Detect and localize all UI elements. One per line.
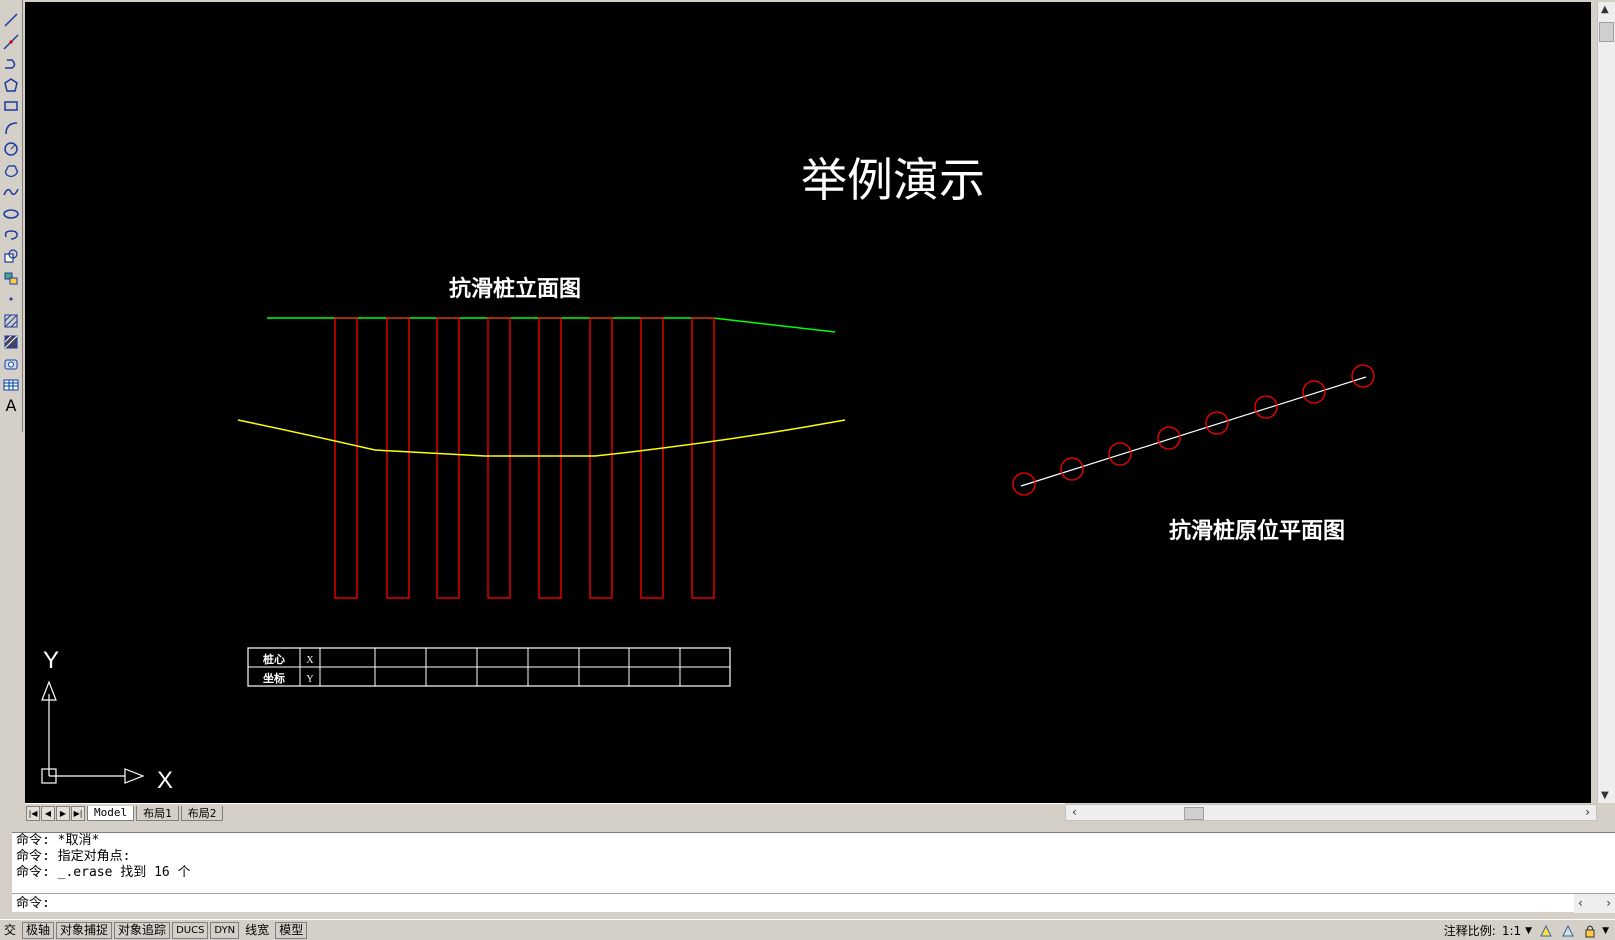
annotation-scale-area: 注释比例: 1:1 ▼ ▼ — [1444, 922, 1609, 939]
pile-circle — [1060, 457, 1084, 481]
pile-circle — [1302, 380, 1326, 404]
line-icon[interactable] — [1, 10, 21, 30]
pile-coordinate-table: 桩心 X 坐标 Y — [247, 647, 731, 687]
multiline-text-icon[interactable]: A — [1, 396, 21, 416]
command-scrollbar[interactable]: ‹ › — [1574, 893, 1615, 913]
scroll-right-icon[interactable]: › — [1585, 805, 1590, 820]
lock-icon[interactable] — [1582, 923, 1598, 938]
ground-line — [267, 317, 836, 333]
construction-line-icon[interactable] — [1, 32, 21, 52]
pile-circle — [1205, 411, 1229, 435]
pile-circle — [1351, 364, 1375, 388]
gradient-icon[interactable] — [1, 332, 21, 352]
status-bar: 交 极轴 对象捕捉 对象追踪 DUCS DYN 线宽 模型 注释比例: 1:1 … — [0, 919, 1615, 940]
scroll-up-icon[interactable]: ▲ — [1601, 4, 1609, 15]
scroll-down-icon[interactable]: ▼ — [1601, 790, 1609, 801]
ellipse-icon[interactable] — [1, 204, 21, 224]
ellipse-arc-icon[interactable] — [1, 225, 21, 245]
command-input[interactable]: 命令: — [12, 893, 1574, 912]
vertical-scrollbar[interactable]: ▲ ▼ — [1597, 2, 1615, 803]
ucs-x-label: X — [157, 767, 173, 794]
annotation-scale-value[interactable]: 1:1 — [1502, 924, 1521, 938]
pile-circle — [1254, 395, 1278, 419]
command-history-line: 命令: *取消* — [16, 833, 100, 848]
draw-toolbar: A — [0, 0, 23, 432]
last-tab-icon[interactable]: ▶| — [71, 805, 85, 821]
horizontal-scrollbar[interactable]: ‹ › — [1065, 804, 1597, 821]
insert-block-icon[interactable] — [1, 246, 21, 266]
drawing-title: 举例演示 — [801, 155, 985, 206]
ducs-toggle[interactable]: DUCS — [172, 921, 209, 939]
annotation-visibility-icon[interactable] — [1538, 923, 1554, 938]
tab-layout2[interactable]: 布局2 — [180, 805, 224, 821]
pile — [538, 317, 562, 599]
scroll-right-icon[interactable]: › — [1606, 894, 1611, 912]
command-history-line: 命令: _.erase 找到 16 个 — [16, 865, 191, 880]
next-tab-icon[interactable]: ▶ — [56, 805, 70, 821]
table-axis-label: X — [306, 655, 314, 666]
pile-group — [334, 317, 715, 599]
status-left-stub[interactable]: 交 — [0, 921, 21, 939]
dyn-toggle[interactable]: DYN — [210, 921, 240, 939]
plan-view-label: 抗滑桩原位平面图 — [1169, 518, 1345, 543]
scroll-thumb[interactable] — [1599, 22, 1614, 42]
plan-pile-layout — [1012, 364, 1375, 496]
region-icon[interactable] — [1, 354, 21, 374]
auto-scale-icon[interactable] — [1560, 923, 1576, 938]
scroll-left-icon[interactable]: ‹ — [1072, 805, 1077, 820]
model-toggle[interactable]: 模型 — [275, 921, 308, 939]
pile-circle — [1012, 472, 1036, 496]
pile — [487, 317, 511, 599]
elevation-view-label: 抗滑桩立面图 — [449, 276, 581, 301]
pile — [436, 317, 460, 599]
annotation-scale-label: 注释比例: — [1443, 924, 1496, 938]
make-block-icon[interactable] — [1, 268, 21, 288]
drawing-svg: 举例演示 抗滑桩立面图 抗滑桩原位平面图 桩心 X 坐标 Y Y X — [41, 155, 1375, 794]
otrack-toggle[interactable]: 对象追踪 — [114, 921, 171, 939]
ucs-y-label: Y — [43, 647, 59, 674]
point-icon[interactable] — [1, 289, 21, 309]
first-tab-icon[interactable]: |◀ — [26, 805, 40, 821]
hatch-icon[interactable] — [1, 311, 21, 331]
layout-tab-bar: |◀ ◀ ▶ ▶| Model 布局1 布局2 — [25, 803, 1065, 822]
tab-model[interactable]: Model — [87, 805, 135, 821]
lineweight-toggle[interactable]: 线宽 — [241, 921, 274, 939]
polyline-icon[interactable] — [1, 53, 21, 73]
ucs-icon: Y X — [41, 647, 173, 794]
table-row-label: 坐标 — [263, 671, 285, 685]
revision-cloud-icon[interactable] — [1, 161, 21, 181]
spline-icon[interactable] — [1, 182, 21, 202]
slip-surface-line — [237, 419, 846, 457]
rectangle-icon[interactable] — [1, 96, 21, 116]
polygon-icon[interactable] — [1, 75, 21, 95]
circle-icon[interactable] — [1, 139, 21, 159]
pile-axis-line — [1020, 376, 1367, 487]
chevron-down-icon[interactable]: ▼ — [1602, 926, 1609, 936]
command-prompt: 命令: — [16, 896, 50, 911]
command-history-line: 命令: 指定对角点: — [16, 849, 131, 864]
pile-circle — [1108, 442, 1132, 466]
pile — [589, 317, 613, 599]
pile — [334, 317, 358, 599]
prev-tab-icon[interactable]: ◀ — [41, 805, 55, 821]
scroll-thumb[interactable] — [1184, 807, 1204, 820]
pile — [691, 317, 715, 599]
scroll-left-icon[interactable]: ‹ — [1578, 894, 1583, 912]
osnap-toggle[interactable]: 对象捕捉 — [56, 921, 113, 939]
table-row-label: 桩心 — [263, 652, 285, 666]
arc-icon[interactable] — [1, 118, 21, 138]
polar-toggle[interactable]: 极轴 — [22, 921, 55, 939]
table-icon[interactable] — [1, 375, 21, 395]
model-space-canvas[interactable]: 举例演示 抗滑桩立面图 抗滑桩原位平面图 桩心 X 坐标 Y Y X — [25, 2, 1591, 803]
chevron-down-icon[interactable]: ▼ — [1525, 926, 1532, 936]
pile — [386, 317, 410, 599]
pile — [640, 317, 664, 599]
table-axis-label: Y — [306, 674, 313, 685]
pile-circle — [1157, 426, 1181, 450]
tab-layout1[interactable]: 布局1 — [136, 805, 179, 821]
